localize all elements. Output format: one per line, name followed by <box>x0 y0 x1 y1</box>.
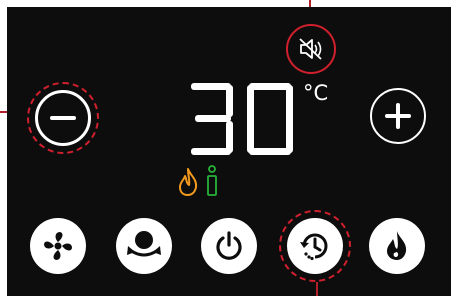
temperature-unit: °C <box>303 81 329 105</box>
minus-icon <box>50 116 76 120</box>
heat-button[interactable] <box>369 218 425 274</box>
info-indicator <box>205 165 219 197</box>
screenshot: 30 °C <box>0 0 451 296</box>
oscillation-button[interactable] <box>116 218 172 274</box>
info-icon <box>207 165 217 196</box>
oscillate-icon <box>127 231 161 257</box>
annotation-line-timer <box>316 282 318 296</box>
decrease-button[interactable] <box>35 90 91 146</box>
power-icon <box>216 231 242 260</box>
mute-button[interactable] <box>291 29 331 69</box>
fan-button[interactable] <box>30 218 86 274</box>
fan-icon <box>44 232 72 260</box>
timer-button[interactable] <box>287 218 343 274</box>
timer-icon <box>300 233 328 261</box>
plus-icon <box>385 103 411 129</box>
control-panel: 30 °C <box>7 7 451 296</box>
heating-indicator <box>177 167 199 197</box>
temperature-display: 30 <box>187 81 297 157</box>
increase-button[interactable] <box>370 88 426 144</box>
flame-icon <box>387 231 407 260</box>
temperature-digits <box>191 83 293 155</box>
sound-off-icon <box>299 38 322 60</box>
flame-outline-icon <box>179 168 198 196</box>
power-button[interactable] <box>201 218 257 274</box>
